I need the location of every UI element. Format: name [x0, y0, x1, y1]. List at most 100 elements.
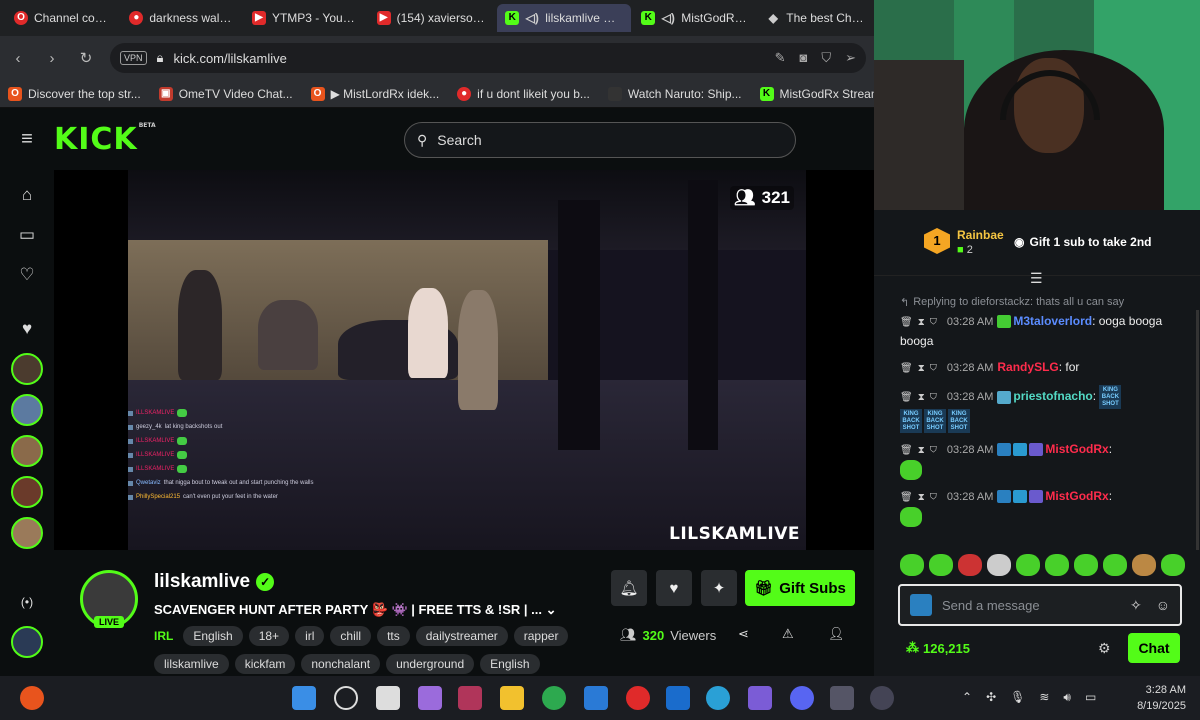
gifter-name[interactable]: Rainbae: [957, 228, 1004, 242]
home-icon[interactable]: ⌂: [12, 180, 42, 210]
url-field[interactable]: VPN 🔒︎ kick.com/lilskamlive ✎ ◙ ⛉ ➢: [110, 43, 866, 73]
followed-channel-avatar[interactable]: [11, 517, 43, 549]
emote[interactable]: [900, 460, 922, 480]
app-icon[interactable]: [458, 686, 482, 710]
category-link[interactable]: IRL: [154, 629, 173, 643]
send-chat-button[interactable]: Chat: [1128, 633, 1180, 663]
tag[interactable]: English: [183, 626, 243, 646]
tag[interactable]: 18+: [248, 626, 290, 646]
search-icon[interactable]: [334, 686, 358, 710]
opera-icon[interactable]: [626, 686, 650, 710]
emote-button[interactable]: [958, 554, 982, 576]
notification-bell-button[interactable]: 🔔︎: [611, 570, 647, 606]
report-icon[interactable]: ⚠: [782, 626, 794, 642]
mod-action-icons[interactable]: 🗑︎⧗⛉: [900, 492, 942, 503]
user-settings-icon[interactable]: 👤︎: [828, 626, 845, 642]
share-icon[interactable]: ⋖: [738, 626, 749, 642]
gift-cta[interactable]: ◉ Gift 1 sub to take 2nd: [1014, 235, 1152, 249]
browser-tab-active[interactable]: K◁)lilskamlive Stream - W: [497, 4, 632, 32]
clock[interactable]: 3:28 AM 8/19/2025: [1137, 682, 1186, 714]
channel-points[interactable]: ⁂ 126,215: [906, 640, 970, 656]
tag[interactable]: chill: [330, 626, 372, 646]
chrome-icon[interactable]: [542, 686, 566, 710]
king-back-shot-emote[interactable]: KING BACK SHOT: [924, 409, 946, 433]
video-player[interactable]: ILLSKAMLIVE geezy_4k lat king backshots o…: [54, 170, 874, 550]
streamer-name[interactable]: lilskamlive ✓: [154, 571, 275, 593]
back-icon[interactable]: ‹: [8, 50, 28, 67]
camera-icon[interactable]: [830, 686, 854, 710]
emote-button[interactable]: [1074, 554, 1098, 576]
mod-action-icons[interactable]: 🗑︎⧗⛉: [900, 317, 942, 328]
followed-channel-avatar[interactable]: [11, 435, 43, 467]
browser-tab[interactable]: ▶(154) xaviersobase: [369, 4, 496, 32]
bookmark[interactable]: ● if u dont likeit you b...: [457, 86, 590, 101]
gift-subs-button[interactable]: 🎁︎ Gift Subs: [745, 570, 855, 606]
battery-icon[interactable]: ▭: [1085, 690, 1096, 705]
edit-icon[interactable]: ✎: [775, 50, 786, 66]
reply-context[interactable]: ↰ Replying to dieforstackz: thats all u c…: [900, 292, 1180, 312]
followed-channel-avatar[interactable]: [11, 394, 43, 426]
emote-button[interactable]: [929, 554, 953, 576]
browse-icon[interactable]: ▭: [12, 220, 42, 250]
menu-icon[interactable]: ≡: [0, 128, 54, 151]
emote-button[interactable]: [1016, 554, 1040, 576]
bookmark[interactable]: ▣ OmeTV Video Chat...: [158, 86, 293, 101]
discord-icon[interactable]: [790, 686, 814, 710]
tag[interactable]: lilskamlive: [154, 654, 229, 674]
file-explorer-icon[interactable]: [500, 686, 524, 710]
emoji-icon[interactable]: ☺: [1156, 597, 1170, 614]
url-text[interactable]: kick.com/lilskamlive: [173, 51, 286, 66]
edge-icon[interactable]: [706, 686, 730, 710]
vpn-badge[interactable]: VPN: [120, 51, 147, 65]
king-back-shot-emote[interactable]: KING BACK SHOT: [948, 409, 970, 433]
copilot-icon[interactable]: [418, 686, 442, 710]
microphone-icon[interactable]: 🎙︎: [1010, 690, 1025, 705]
outlook-icon[interactable]: [666, 686, 690, 710]
tag[interactable]: English: [480, 654, 540, 674]
sparkle-icon[interactable]: ✧: [1130, 597, 1142, 614]
app-icon[interactable]: [748, 686, 772, 710]
bookmark[interactable]: O Discover the top str...: [8, 86, 141, 101]
chat-username[interactable]: MistGodRx: [1045, 489, 1108, 503]
emote[interactable]: [900, 507, 922, 527]
wifi-icon[interactable]: ≋: [1039, 690, 1049, 705]
sparkle-button[interactable]: ✦: [701, 570, 737, 606]
reload-icon[interactable]: ↻: [76, 49, 96, 67]
chat-input[interactable]: Send a message ✧ ☺: [898, 584, 1182, 626]
store-icon[interactable]: [584, 686, 608, 710]
windows-start-icon[interactable]: [292, 686, 316, 710]
follow-button[interactable]: ♥: [656, 570, 692, 606]
emote-button[interactable]: [1045, 554, 1069, 576]
chevron-down-icon[interactable]: ⌄: [546, 602, 557, 617]
live-channel-avatar[interactable]: [11, 626, 43, 658]
bookmark[interactable]: O ▶ MistLordRx idek...: [310, 86, 439, 101]
kick-logo[interactable]: KICK BETA: [54, 122, 156, 157]
browser-tab[interactable]: OChannel content: [6, 4, 119, 32]
king-back-shot-emote[interactable]: KING BACK SHOT: [900, 409, 922, 433]
tag[interactable]: dailystreamer: [415, 626, 508, 646]
emote-button[interactable]: [900, 554, 924, 576]
king-back-shot-emote[interactable]: KING BACK SHOT: [1099, 385, 1122, 409]
search-input[interactable]: ⚲ Search: [404, 122, 796, 158]
tag[interactable]: underground: [386, 654, 475, 674]
favorites-heart-icon[interactable]: ♥: [12, 314, 42, 344]
followed-channel-avatar[interactable]: [11, 476, 43, 508]
followed-channel-avatar[interactable]: [11, 353, 43, 385]
chevron-up-icon[interactable]: ⌃: [962, 690, 972, 705]
live-channels-icon[interactable]: (•): [12, 587, 42, 617]
mod-action-icons[interactable]: 🗑︎⧗⛉: [900, 445, 942, 456]
task-view-icon[interactable]: [376, 686, 400, 710]
emote-button[interactable]: [1132, 554, 1156, 576]
shield-icon[interactable]: ⛉: [821, 50, 831, 66]
chat-scrollbar[interactable]: [1196, 310, 1199, 550]
volume-icon[interactable]: 🔊︎: [1063, 690, 1071, 705]
tag[interactable]: nonchalant: [301, 654, 381, 674]
mod-action-icons[interactable]: 🗑︎⧗⛉: [900, 363, 942, 374]
chat-username[interactable]: MistGodRx: [1045, 442, 1108, 456]
chat-username[interactable]: RandySLG: [997, 360, 1058, 374]
send-icon[interactable]: ➢: [845, 50, 856, 66]
pinned-expand-icon[interactable]: ☰: [1030, 270, 1043, 287]
tag[interactable]: tts: [377, 626, 410, 646]
emote-button[interactable]: [987, 554, 1011, 576]
app-tray-icon[interactable]: ✣: [986, 690, 996, 705]
